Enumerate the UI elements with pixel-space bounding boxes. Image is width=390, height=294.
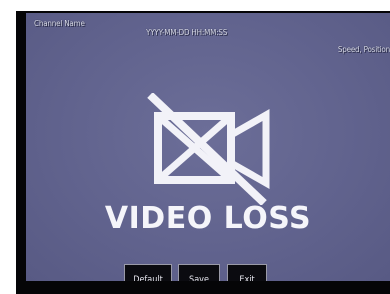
default-button[interactable]: Default (124, 264, 172, 281)
exit-button[interactable]: Exit (227, 264, 267, 281)
save-button[interactable]: Save (178, 264, 220, 281)
video-camera-crossed-out-icon (147, 93, 270, 205)
video-screen: Channel Name YYYY-MM-DD HH:MM:SS Speed, … (26, 13, 390, 281)
speed-position-label: Speed, Position (337, 45, 390, 54)
datetime-label: YYYY-MM-DD HH:MM:SS (146, 28, 228, 37)
video-loss-message: VIDEO LOSS (104, 201, 312, 236)
channel-name-label: Channel Name (34, 19, 85, 28)
